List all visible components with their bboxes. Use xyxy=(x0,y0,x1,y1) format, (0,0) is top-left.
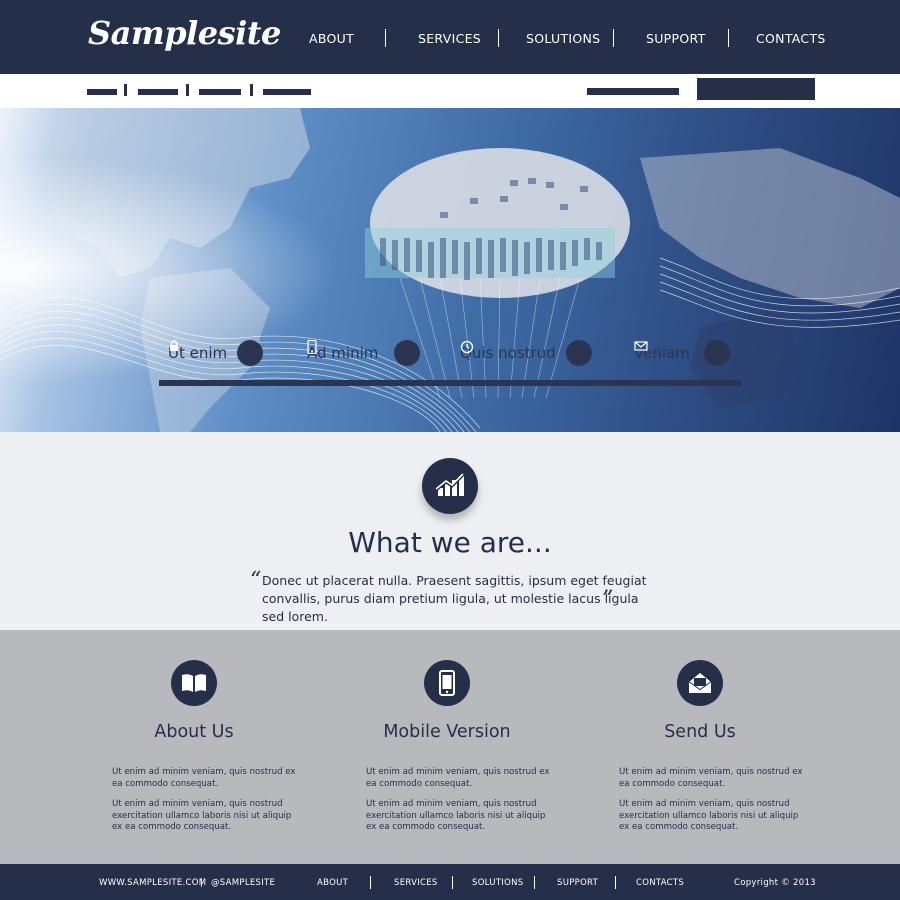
footer-nav-divider xyxy=(452,876,453,889)
hero-item-label: Quis nostrud xyxy=(460,344,556,362)
nav-about[interactable]: ABOUT xyxy=(309,31,354,46)
feature-text: Ut enim ad minim veniam, quis nostrud ex… xyxy=(112,767,296,789)
breadcrumb-divider xyxy=(250,84,253,96)
mail-icon xyxy=(634,340,730,366)
nav-solutions[interactable]: SOLUTIONS xyxy=(526,31,600,46)
feature-text: Ut enim ad minim veniam, quis nostrud ex… xyxy=(619,799,799,832)
search-input[interactable] xyxy=(587,88,679,95)
hero-item-veniam[interactable]: Veniam xyxy=(634,340,730,366)
nav-services[interactable]: SERVICES xyxy=(418,31,481,46)
nav-contacts[interactable]: CONTACTS xyxy=(756,31,826,46)
nav-support[interactable]: SUPPORT xyxy=(646,31,706,46)
mobile-icon xyxy=(307,340,421,366)
section-title: What we are... xyxy=(348,526,552,559)
footer-nav-divider xyxy=(534,876,535,889)
hero-item-ad-minim[interactable]: Ad minim xyxy=(307,340,421,366)
nav-divider xyxy=(385,29,386,47)
hero-item-quis-nostrud[interactable]: Quis nostrud xyxy=(460,340,592,366)
hero-item-ut-enim[interactable]: Ut enim xyxy=(168,340,264,366)
footer-nav-solutions[interactable]: SOLUTIONS xyxy=(472,878,523,888)
breadcrumb-divider xyxy=(186,84,189,96)
feature-text: Ut enim ad minim veniam, quis nostrud ex… xyxy=(112,799,292,832)
hero-banner: Ut enim Ad minim Quis nostrud Veniam xyxy=(0,108,900,432)
book-icon xyxy=(171,660,217,706)
hero-item-label: Ad minim xyxy=(307,344,379,362)
footer-nav-services[interactable]: SERVICES xyxy=(394,878,438,888)
breadcrumb-placeholder[interactable] xyxy=(138,89,178,95)
nav-divider xyxy=(498,29,499,47)
footer-nav-about[interactable]: ABOUT xyxy=(317,878,348,888)
footer-social-handle[interactable]: @SAMPLESITE xyxy=(211,878,275,888)
breadcrumb-placeholder[interactable] xyxy=(199,89,241,95)
clock-icon xyxy=(460,340,592,366)
footer-nav-contacts[interactable]: CONTACTS xyxy=(636,878,684,888)
feature-text: Ut enim ad minim veniam, quis nostrud ex… xyxy=(366,767,550,789)
footer-nav-support[interactable]: SUPPORT xyxy=(557,878,598,888)
feature-title-send-us: Send Us xyxy=(664,722,736,742)
nav-divider xyxy=(728,29,729,47)
footer-website-link[interactable]: WWW.SAMPLESITE.COM xyxy=(99,878,206,888)
lock-icon xyxy=(170,340,264,366)
nav-divider xyxy=(613,29,614,47)
hero-divider-bar xyxy=(159,380,741,386)
feature-text: Ut enim ad minim veniam, quis nostrud ex… xyxy=(366,799,546,832)
chart-icon xyxy=(422,458,478,514)
quote-close-mark: ” xyxy=(602,587,614,612)
footer-nav-divider xyxy=(370,876,371,889)
footer-copyright: Copyright © 2013 xyxy=(734,878,816,888)
feature-title-mobile-version: Mobile Version xyxy=(383,722,511,742)
breadcrumb-placeholder[interactable] xyxy=(263,89,311,95)
mobile-icon xyxy=(424,660,470,706)
search-button[interactable] xyxy=(697,78,815,100)
quote-open-mark: “ xyxy=(250,568,262,593)
feature-text: Ut enim ad minim veniam, quis nostrud ex… xyxy=(619,767,803,789)
breadcrumb-divider xyxy=(124,84,127,96)
feature-title-about-us: About Us xyxy=(154,722,234,742)
site-logo[interactable]: Samplesite xyxy=(88,14,281,52)
envelope-icon xyxy=(677,660,723,706)
footer-divider: | xyxy=(200,878,204,888)
footer-nav-divider xyxy=(615,876,616,889)
breadcrumb-placeholder[interactable] xyxy=(87,89,117,95)
